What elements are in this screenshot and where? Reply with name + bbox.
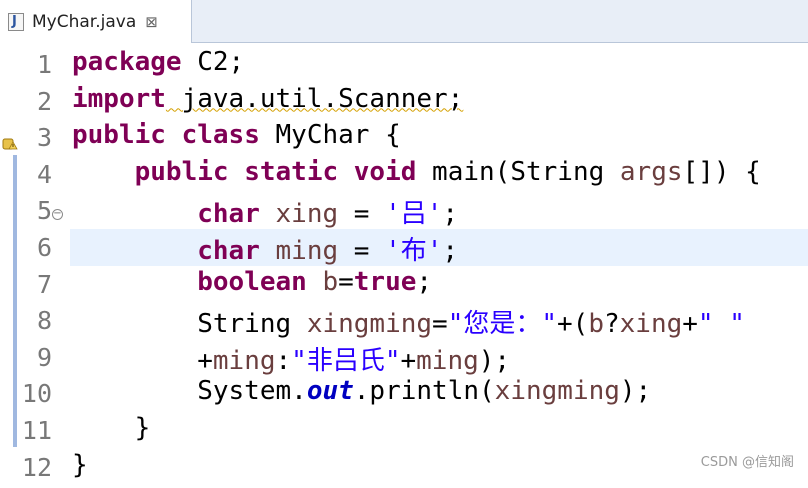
code-token: );: [619, 376, 652, 407]
line-number: 5: [36, 196, 52, 226]
line-number: 6: [36, 233, 52, 262]
code-token: );: [478, 345, 511, 376]
line-number: 8: [36, 306, 52, 336]
code-token: char: [197, 199, 260, 230]
line-number: 3: [36, 123, 52, 153]
code-token: java.util.Scanner;: [165, 83, 464, 114]
code-token: main(String: [416, 156, 620, 187]
code-token: '布': [385, 235, 443, 266]
code-token: out: [306, 376, 354, 407]
line-number: 10: [21, 379, 52, 409]
code-token: :: [275, 345, 292, 376]
code-line[interactable]: System.out.println(xingming);: [72, 376, 808, 413]
code-token: =: [338, 199, 386, 230]
code-token: }: [72, 412, 151, 443]
code-line[interactable]: }: [72, 413, 808, 450]
line-number: 9: [36, 342, 52, 372]
line-number: 2: [36, 86, 52, 116]
code-token: xing: [275, 199, 339, 230]
fold-collapse-icon[interactable]: −: [52, 209, 63, 220]
code-token: args: [619, 156, 683, 187]
code-token: public: [134, 156, 229, 187]
code-line[interactable]: char ming = '布';: [72, 230, 808, 267]
code-token: xingming: [306, 309, 433, 340]
warning-icon[interactable]: [2, 136, 18, 152]
code-line[interactable]: public static void main(String args[]) {: [72, 157, 808, 194]
code-line[interactable]: package C2;: [72, 47, 808, 84]
code-token: MyChar {: [259, 120, 401, 151]
code-token: []) {: [682, 156, 761, 187]
line-number: 4: [36, 159, 52, 189]
code-token: }: [72, 449, 88, 480]
code-token: =: [432, 309, 448, 340]
code-token: =: [338, 235, 386, 266]
code-token: class: [181, 120, 260, 151]
code-line[interactable]: }: [72, 450, 808, 487]
code-token: System.: [72, 376, 307, 407]
code-line[interactable]: String xingming="您是："+(b?xing+" ": [72, 303, 808, 340]
code-token: package: [72, 47, 182, 77]
code-token: ming: [212, 345, 276, 376]
close-icon[interactable]: ⊠: [145, 13, 158, 31]
java-file-icon: [8, 12, 24, 31]
code-token: xing: [619, 309, 683, 340]
line-number: 1: [36, 50, 52, 79]
quick-diff-bar: [13, 155, 17, 447]
code-token: ;: [416, 266, 433, 297]
code-token: xingming: [494, 376, 620, 407]
line-number: 7: [36, 269, 52, 299]
code-token: C2;: [181, 47, 245, 77]
code-token: "您是：": [447, 309, 558, 340]
code-token: =: [338, 266, 354, 297]
code-token: static: [244, 156, 339, 187]
code-token: public: [72, 120, 166, 151]
code-token: " ": [697, 309, 745, 340]
code-line[interactable]: char xing = '吕';: [72, 193, 808, 230]
line-number: 11: [21, 416, 52, 445]
line-number: 12: [21, 452, 52, 482]
code-token: ming: [275, 235, 339, 266]
code-token: .println(: [353, 376, 495, 407]
code-token: b: [588, 309, 604, 340]
code-token: String: [72, 309, 307, 340]
code-line[interactable]: +ming:"非吕氏"+ming);: [72, 340, 808, 377]
code-line[interactable]: boolean b=true;: [72, 267, 808, 304]
code-line[interactable]: import java.util.Scanner;: [72, 84, 808, 121]
code-token: import: [72, 83, 166, 114]
code-token: char: [197, 235, 260, 266]
code-token: boolean: [197, 266, 307, 297]
code-token: +: [682, 309, 698, 340]
code-token: ;: [442, 235, 459, 266]
code-line[interactable]: public class MyChar {: [72, 120, 808, 157]
code-area[interactable]: package C2; import java.util.Scanner; publ…: [72, 47, 808, 486]
code-token: +: [400, 345, 417, 376]
code-token: ;: [442, 199, 459, 230]
code-token: b: [322, 266, 339, 297]
editor-tab-bar: MyChar.java ⊠: [0, 0, 808, 43]
code-token: "非吕氏": [291, 345, 401, 376]
code-token: void: [353, 156, 417, 187]
code-token: true: [353, 266, 417, 297]
code-token: '吕': [385, 199, 443, 230]
code-token: +(: [557, 309, 589, 340]
tab-mychar-java[interactable]: MyChar.java ⊠: [0, 0, 192, 43]
code-token: ?: [603, 309, 620, 340]
code-token: +: [72, 345, 213, 376]
code-token: ming: [416, 345, 479, 376]
watermark: CSDN @信知阁: [700, 455, 794, 470]
tab-label: MyChar.java: [32, 11, 137, 32]
